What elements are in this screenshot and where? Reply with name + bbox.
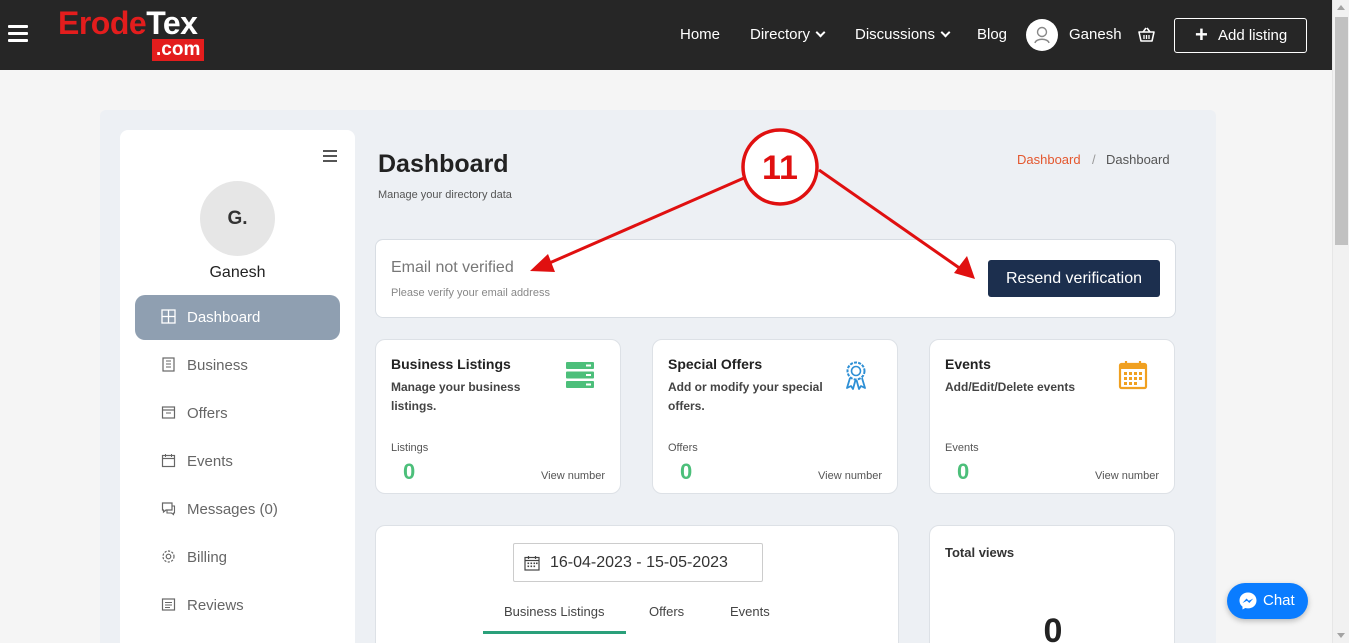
gear-icon bbox=[162, 550, 175, 563]
add-listing-button[interactable]: + Add listing bbox=[1174, 18, 1307, 53]
site-logo[interactable]: ErodeTex .com bbox=[58, 5, 210, 63]
profile-avatar: G. bbox=[200, 181, 275, 256]
sidebar-item-business[interactable]: Business bbox=[135, 343, 340, 388]
user-avatar[interactable] bbox=[1026, 19, 1058, 51]
email-verify-alert: Email not verified Please verify your em… bbox=[375, 239, 1176, 318]
breadcrumb-current: Dashboard bbox=[1106, 152, 1170, 167]
tab-business-listings[interactable]: Business Listings bbox=[504, 604, 604, 619]
scrollbar-thumb[interactable] bbox=[1335, 17, 1348, 245]
stat-card-events: Events Add/Edit/Delete events Events 0 V… bbox=[929, 339, 1175, 494]
tab-offers[interactable]: Offers bbox=[649, 604, 684, 619]
sidebar-item-label: Messages (0) bbox=[187, 501, 278, 518]
verify-title: Email not verified bbox=[391, 259, 514, 276]
nav-discussions[interactable]: Discussions bbox=[855, 26, 951, 44]
breadcrumb-separator: / bbox=[1092, 152, 1096, 167]
sidebar-toggle-icon[interactable] bbox=[323, 150, 337, 165]
sidebar-item-dashboard[interactable]: Dashboard bbox=[135, 295, 340, 340]
logo-text-tex: Tex bbox=[146, 5, 198, 41]
stat-value: 0 bbox=[403, 459, 416, 484]
stat-description: Manage your business listings. bbox=[391, 380, 521, 413]
stat-label: Events bbox=[945, 442, 979, 454]
stat-card-special-offers: Special Offers Add or modify your specia… bbox=[652, 339, 898, 494]
page-subtitle: Manage your directory data bbox=[378, 189, 512, 201]
user-icon bbox=[1034, 26, 1050, 44]
nav-directory[interactable]: Directory bbox=[750, 26, 826, 44]
stat-card-business-listings: Business Listings Manage your business l… bbox=[375, 339, 621, 494]
view-number-link[interactable]: View number bbox=[818, 470, 882, 482]
page-title: Dashboard bbox=[378, 150, 509, 178]
grid-icon bbox=[161, 309, 176, 324]
nav-user-name[interactable]: Ganesh bbox=[1069, 26, 1122, 44]
scroll-down-arrow-icon[interactable] bbox=[1337, 633, 1345, 638]
sidebar-item-label: Business bbox=[187, 357, 248, 374]
chat-label: Chat bbox=[1263, 592, 1295, 609]
stat-value: 0 bbox=[957, 459, 970, 484]
stats-chart-panel: 16-04-2023 - 15-05-2023 Business Listing… bbox=[375, 525, 899, 643]
stat-title: Business Listings bbox=[391, 356, 511, 372]
basket-icon[interactable] bbox=[1138, 27, 1155, 42]
messenger-icon bbox=[1239, 592, 1257, 610]
calendar-icon bbox=[1118, 361, 1148, 390]
sidebar-item-events[interactable]: Events bbox=[135, 439, 340, 484]
profile-name: Ganesh bbox=[209, 264, 266, 281]
total-views-value: 0 bbox=[1043, 612, 1063, 643]
view-number-link[interactable]: View number bbox=[541, 470, 605, 482]
offer-box-icon bbox=[161, 406, 176, 419]
sidebar-item-label: Events bbox=[187, 453, 233, 470]
top-navbar: ErodeTex .com Home Directory Discussions… bbox=[0, 0, 1332, 70]
sidebar-item-offers[interactable]: Offers bbox=[135, 391, 340, 436]
stat-value: 0 bbox=[680, 459, 693, 484]
verify-subtitle: Please verify your email address bbox=[391, 287, 550, 299]
resend-verification-button[interactable]: Resend verification bbox=[988, 260, 1160, 297]
scroll-up-arrow-icon[interactable] bbox=[1337, 5, 1345, 10]
stat-label: Listings bbox=[391, 442, 429, 454]
active-tab-indicator bbox=[483, 631, 626, 634]
stat-label: Offers bbox=[668, 442, 698, 454]
award-ribbon-icon bbox=[846, 361, 866, 390]
nav-directory-label: Directory bbox=[750, 26, 811, 43]
breadcrumb-link-dashboard[interactable]: Dashboard bbox=[1017, 152, 1081, 167]
logo-text-com: .com bbox=[152, 39, 205, 61]
messages-icon bbox=[161, 502, 176, 516]
stat-description: Add or modify your special offers. bbox=[668, 380, 823, 413]
nav-discussions-label: Discussions bbox=[855, 26, 936, 43]
date-range-picker[interactable]: 16-04-2023 - 15-05-2023 bbox=[513, 543, 763, 582]
view-number-link[interactable]: View number bbox=[1095, 470, 1159, 482]
tab-events[interactable]: Events bbox=[730, 604, 770, 619]
sidebar-item-label: Offers bbox=[187, 405, 228, 422]
sidebar-item-label: Reviews bbox=[187, 597, 244, 614]
chevron-down-icon bbox=[940, 27, 951, 38]
total-views-card: Total views 0 bbox=[929, 525, 1175, 643]
server-icon bbox=[566, 362, 594, 388]
sidebar-item-label: Dashboard bbox=[187, 309, 261, 326]
page-scrollbar[interactable] bbox=[1332, 0, 1349, 643]
hamburger-menu-icon[interactable] bbox=[8, 25, 28, 43]
logo-text-erode: Erode bbox=[58, 5, 147, 41]
total-views-title: Total views bbox=[945, 545, 1015, 560]
stat-title: Special Offers bbox=[668, 356, 763, 372]
building-icon bbox=[162, 357, 175, 372]
calendar-icon bbox=[524, 556, 540, 571]
stat-description: Add/Edit/Delete events bbox=[945, 380, 1076, 394]
nav-blog[interactable]: Blog bbox=[977, 26, 1007, 44]
plus-icon: + bbox=[1195, 22, 1208, 47]
stat-title: Events bbox=[945, 356, 991, 372]
sidebar-item-billing[interactable]: Billing bbox=[135, 535, 340, 580]
chat-button[interactable]: Chat bbox=[1227, 583, 1308, 619]
window-edge bbox=[1349, 0, 1366, 643]
chevron-down-icon bbox=[815, 27, 826, 38]
add-listing-label: Add listing bbox=[1218, 27, 1288, 44]
calendar-icon bbox=[161, 454, 176, 468]
sidebar-item-label: Billing bbox=[187, 549, 228, 566]
sidebar-item-messages[interactable]: Messages (0) bbox=[135, 487, 340, 532]
sidebar-item-reviews[interactable]: Reviews bbox=[135, 583, 340, 628]
sidebar: G. Ganesh Dashboard Business Offers Even… bbox=[120, 130, 355, 643]
date-range-value: 16-04-2023 - 15-05-2023 bbox=[550, 554, 728, 571]
nav-home[interactable]: Home bbox=[680, 26, 720, 44]
reviews-icon bbox=[161, 598, 176, 611]
